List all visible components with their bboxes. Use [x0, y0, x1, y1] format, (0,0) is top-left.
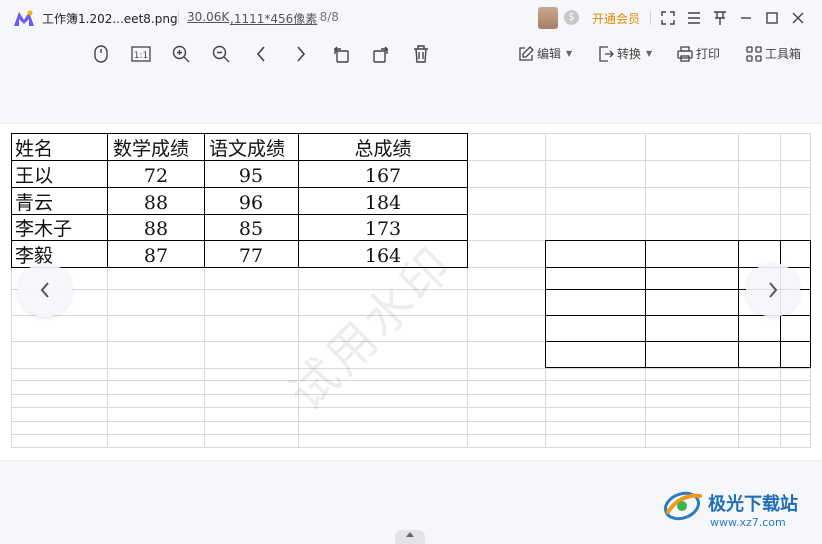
close-icon: [792, 12, 804, 24]
brand-name: 极光下载站: [708, 494, 798, 515]
table-header-cell: 数学成绩: [113, 138, 189, 160]
zoom-in-button[interactable]: [170, 43, 192, 65]
zoom-out-button[interactable]: [210, 43, 232, 65]
trash-icon: [414, 45, 428, 63]
caret-down-icon: ▼: [646, 49, 653, 58]
fullscreen-button[interactable]: [658, 8, 678, 28]
edit-menu[interactable]: 编辑 ▼: [518, 45, 572, 62]
table-header-cell: 姓名: [15, 138, 53, 160]
brand-logo-icon: [664, 491, 702, 521]
zoom-in-icon: [172, 45, 190, 63]
previous-button[interactable]: [250, 43, 272, 65]
page-indicator: , 8/8: [312, 10, 339, 24]
vip-button[interactable]: 开通会员: [592, 10, 640, 27]
maximize-button[interactable]: [762, 8, 782, 28]
mouse-mode-button[interactable]: [90, 43, 112, 65]
actual-size-button[interactable]: 1:1: [130, 43, 152, 65]
delete-button[interactable]: [410, 43, 432, 65]
next-button[interactable]: [290, 43, 312, 65]
file-dimensions-link[interactable]: ,1111*456像素: [230, 10, 317, 27]
table-cell: 77: [239, 245, 263, 267]
table-cell: 青云: [15, 192, 53, 214]
prev-image-button[interactable]: [18, 263, 72, 317]
actual-size-icon: 1:1: [131, 46, 151, 62]
convert-menu[interactable]: 转换 ▼: [598, 45, 652, 62]
chevron-right-icon: [297, 46, 306, 62]
close-button[interactable]: [788, 8, 808, 28]
avatar[interactable]: [538, 7, 558, 29]
convert-label: 转换: [617, 47, 642, 61]
pin-icon: [714, 11, 726, 25]
zoom-out-icon: [212, 45, 230, 63]
table-cell: 87: [144, 245, 168, 267]
rotate-right-icon: [373, 46, 388, 63]
mouse-icon: [94, 45, 108, 63]
table-header-cell: 总成绩: [354, 138, 411, 160]
title-bar: 工作簿1.202...eet8.png 30.06K ,1111*456像素 ,…: [0, 0, 822, 36]
toolbox-button[interactable]: 工具箱: [746, 45, 801, 62]
thumbnail-toggle-button[interactable]: [395, 530, 425, 544]
printer-icon: [677, 45, 693, 62]
chevron-up-icon: [406, 532, 414, 537]
rotate-left-icon: [334, 46, 349, 63]
brand-url: www.xz7.com: [710, 516, 786, 529]
menu-icon: [688, 12, 700, 24]
table-cell: 88: [144, 218, 168, 240]
fullscreen-icon: [661, 11, 675, 25]
minimize-icon: [741, 17, 751, 19]
file-size-link[interactable]: 30.06K: [187, 10, 229, 24]
table-header-cell: 语文成绩: [209, 138, 285, 160]
print-label: 打印: [696, 47, 721, 61]
next-image-button[interactable]: [746, 263, 800, 317]
actual-size-label: 1:1: [134, 51, 148, 61]
edit-icon: [519, 45, 534, 61]
toolbox-label: 工具箱: [765, 47, 802, 61]
divider: [650, 11, 651, 25]
rotate-right-button[interactable]: [370, 43, 392, 65]
image-viewer[interactable]: 姓名 数学成绩 语文成绩 总成绩 王以 72 95 167 青云 88 96 1…: [0, 124, 822, 460]
rotate-left-button[interactable]: [330, 43, 352, 65]
minimize-button[interactable]: [736, 8, 756, 28]
app-logo-icon: [14, 10, 34, 26]
table-cell: 184: [365, 192, 401, 214]
table-cell: 72: [144, 165, 168, 187]
chevron-left-icon: [40, 282, 49, 298]
caret-down-icon: ▼: [566, 49, 573, 58]
menu-button[interactable]: [684, 8, 704, 28]
grid-icon: [746, 45, 762, 62]
table-cell: 173: [365, 218, 401, 240]
edit-label: 编辑: [537, 47, 562, 61]
convert-icon: [599, 45, 614, 62]
table-cell: 85: [239, 218, 263, 240]
divider: [178, 11, 179, 25]
maximize-icon: [766, 12, 778, 24]
table-cell: 88: [144, 192, 168, 214]
file-name: 工作簿1.202...eet8.png: [42, 12, 178, 26]
chevron-left-icon: [256, 46, 265, 62]
chevron-right-icon: [769, 282, 778, 298]
table-cell: 96: [239, 192, 263, 214]
table-cell: 李木子: [15, 218, 72, 240]
print-button[interactable]: 打印: [677, 45, 720, 62]
table-cell: 95: [239, 165, 263, 187]
table-cell: 王以: [15, 165, 53, 187]
table-cell: 167: [365, 165, 401, 187]
coin-icon[interactable]: $: [564, 10, 579, 25]
pin-button[interactable]: [710, 8, 730, 28]
